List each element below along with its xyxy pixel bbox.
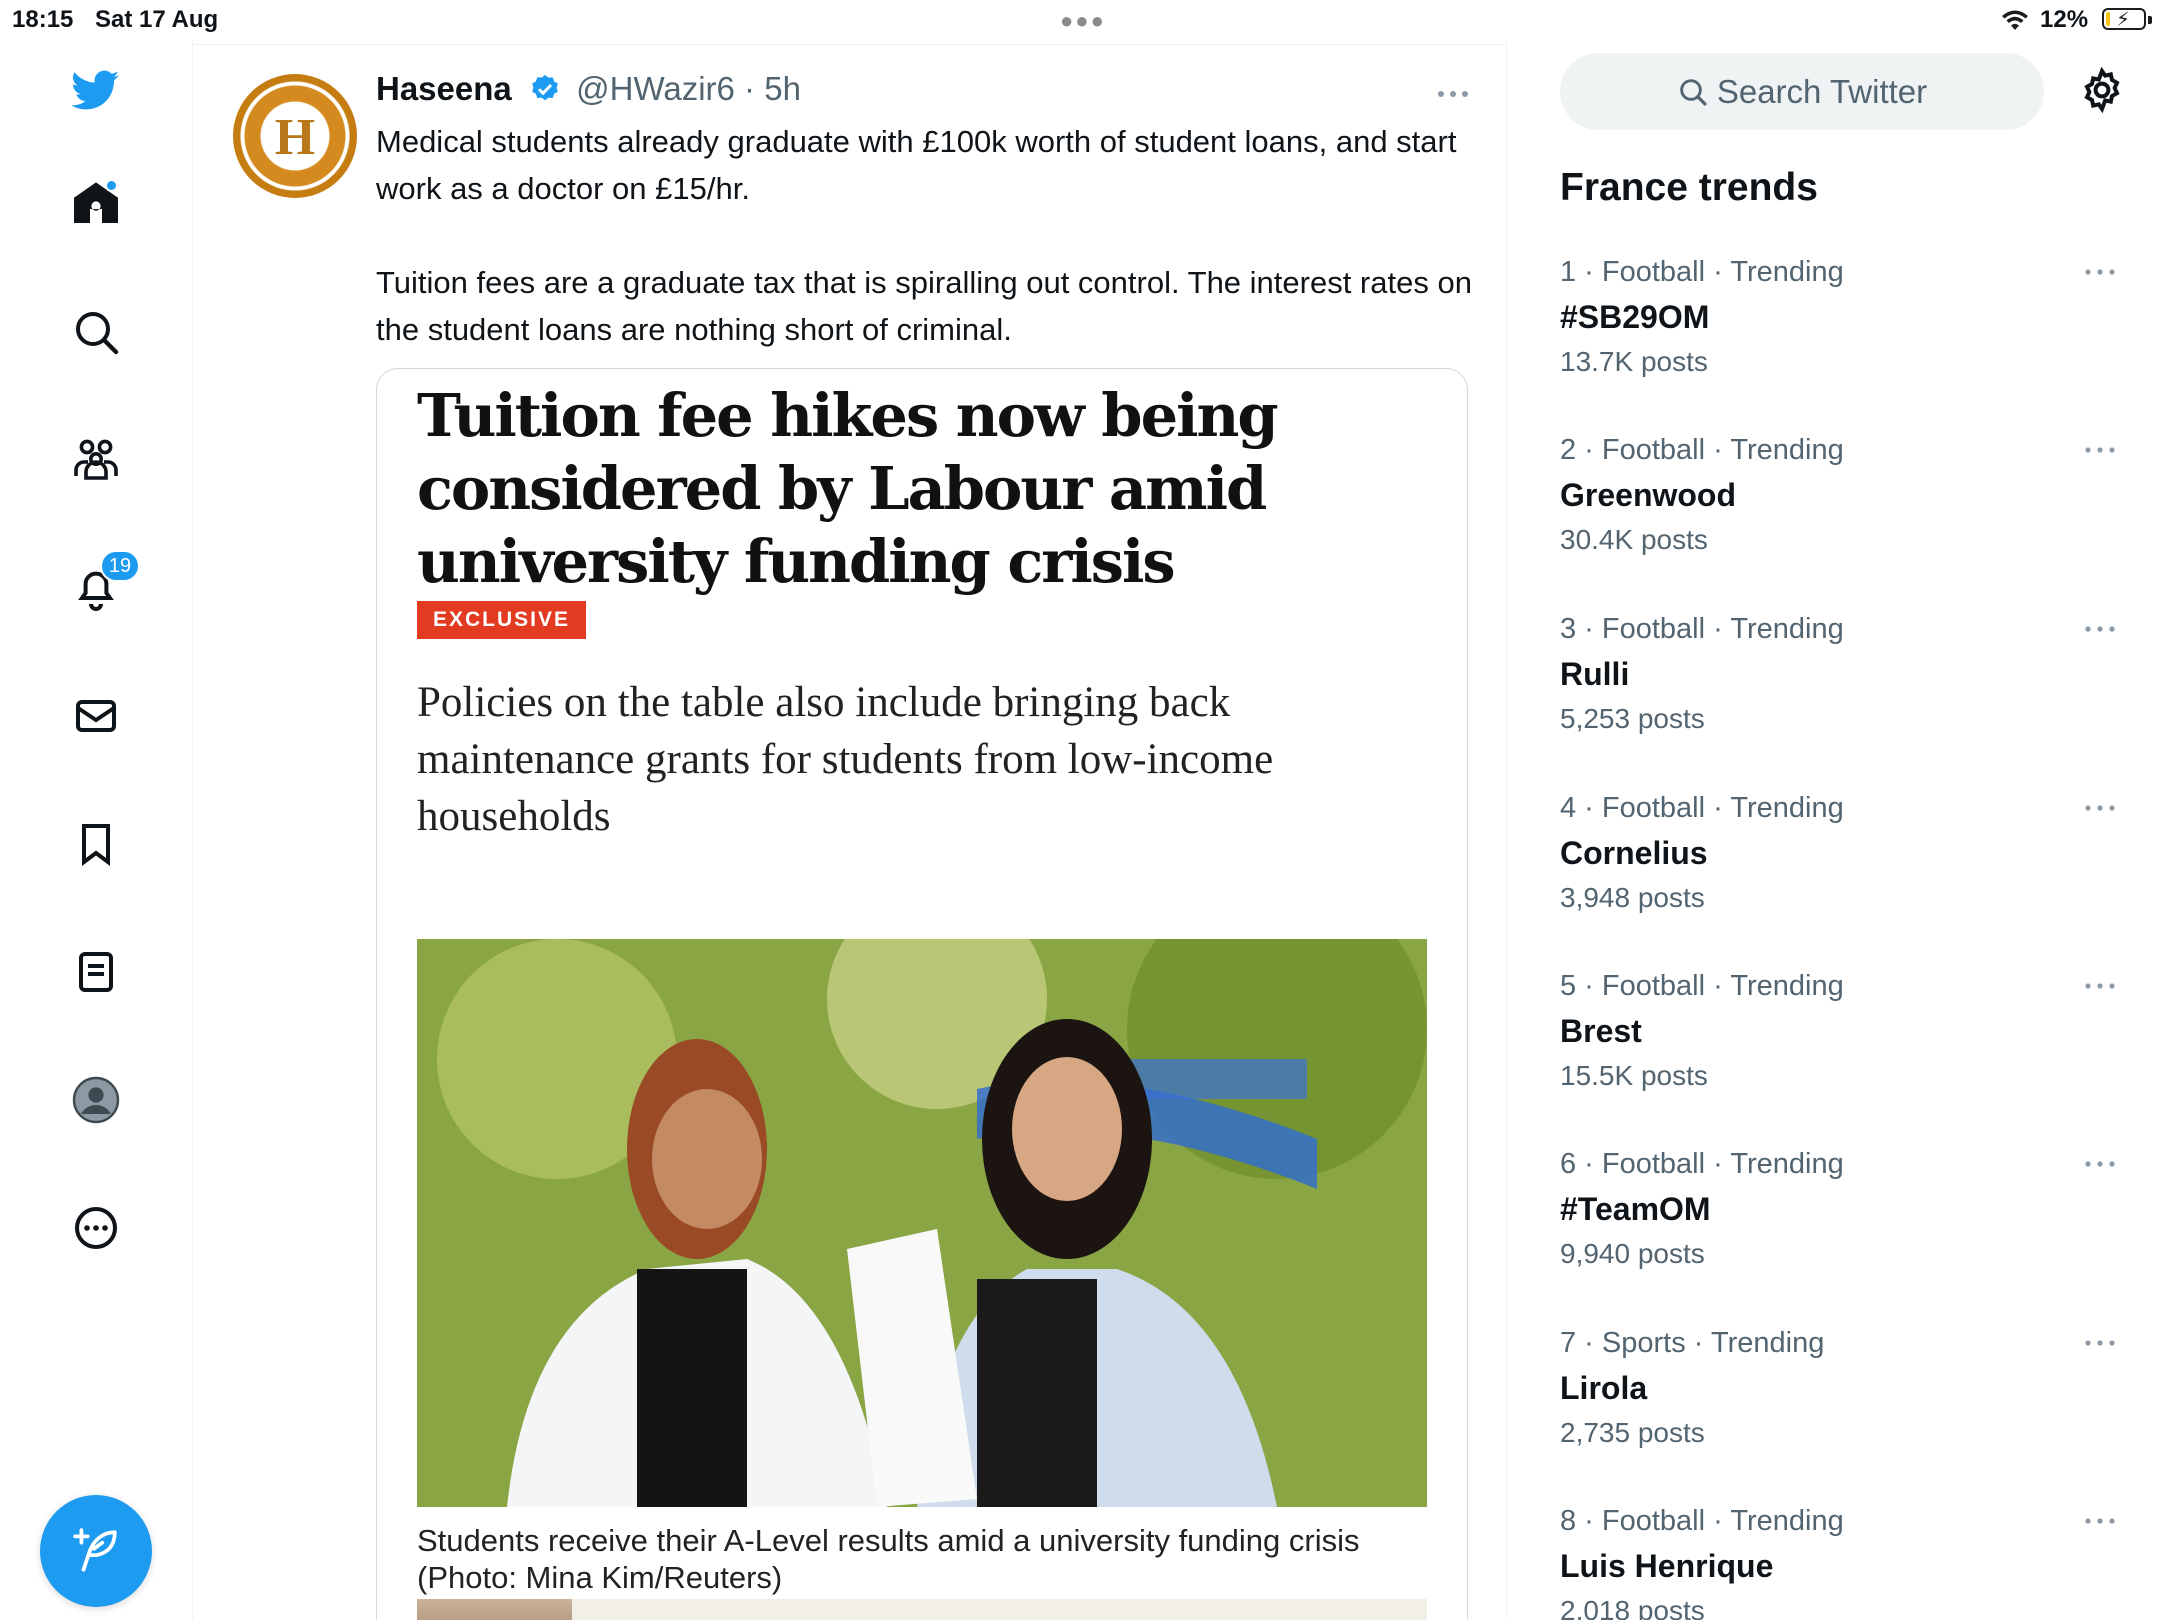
battery-icon: ⚡ xyxy=(2102,8,2146,31)
compose-tweet-button[interactable] xyxy=(40,1495,152,1607)
more-circle-icon xyxy=(75,1207,117,1249)
status-right: 12% ⚡ xyxy=(2000,4,2160,36)
battery-cap xyxy=(2148,16,2152,24)
trend-context: 8 · Football · Trending xyxy=(1560,1505,1844,1537)
trend-item[interactable]: 7 · Sports · Trending Lirola 2,735 posts xyxy=(1560,1323,2120,1493)
trend-topic: Lirola xyxy=(1560,1370,1648,1406)
trend-topic: Greenwood xyxy=(1560,477,1737,513)
next-image-preview xyxy=(417,1599,1427,1620)
trend-item[interactable]: 3 · Football · Trending Rulli 5,253 post… xyxy=(1560,609,2120,779)
nav-more[interactable] xyxy=(66,1198,126,1258)
trend-item[interactable]: 4 · Football · Trending Cornelius 3,948 … xyxy=(1560,788,2120,958)
next-image-thumbnail xyxy=(417,1599,572,1620)
trend-more-icon[interactable] xyxy=(2082,444,2118,456)
avatar-icon xyxy=(72,1076,120,1124)
trend-context: 7 · Sports · Trending xyxy=(1560,1327,1825,1359)
students-photo-illustration xyxy=(417,939,1427,1507)
status-date: Sat 17 Aug xyxy=(95,6,219,33)
charging-bolt-icon: ⚡ xyxy=(2116,9,2131,31)
trend-item[interactable]: 2 · Football · Trending Greenwood 30.4K … xyxy=(1560,430,2120,600)
trend-post-count: 15.5K posts xyxy=(1560,1060,1708,1091)
verified-badge-icon xyxy=(532,75,558,101)
battery-percent: 12% xyxy=(2040,6,2089,33)
trends-heading: France trends xyxy=(1560,166,1818,209)
side-navigation: 19 xyxy=(0,40,193,1620)
right-sidebar: Search Twitter France trends 1 · Footbal… xyxy=(1507,40,2160,1620)
tweet-more-icon[interactable] xyxy=(1433,84,1473,104)
search-icon xyxy=(76,312,119,355)
trend-topic: Luis Henrique xyxy=(1560,1548,1774,1584)
card-photo-caption: Students receive their A-Level results a… xyxy=(417,1523,1360,1595)
bookmark-icon xyxy=(82,824,110,866)
trend-post-count: 3,948 posts xyxy=(1560,882,1705,913)
feather-plus-icon xyxy=(73,1528,117,1572)
search-twitter-field[interactable]: Search Twitter xyxy=(1560,53,2044,130)
link-card[interactable]: Tuition fee hikes now being considered b… xyxy=(376,368,1468,1620)
avatar-logo-letter: H xyxy=(274,109,316,166)
communities-icon xyxy=(74,439,118,480)
trend-more-icon[interactable] xyxy=(2082,1158,2118,1170)
trend-more-icon[interactable] xyxy=(2082,266,2118,278)
twitter-ipad-screen: 18:15 Sat 17 Aug ●●● 12% ⚡ 19 H Haseena … xyxy=(0,0,2160,1620)
status-bar: 18:15 Sat 17 Aug ●●● 12% ⚡ xyxy=(0,0,2160,40)
tweet-author-avatar[interactable]: H xyxy=(233,74,357,198)
trend-topic: Brest xyxy=(1560,1013,1642,1049)
trend-post-count: 13.7K posts xyxy=(1560,346,1708,377)
wifi-icon xyxy=(2002,10,2028,30)
nav-messages[interactable] xyxy=(66,686,126,746)
trend-item[interactable]: 1 · Football · Trending #SB29OM 13.7K po… xyxy=(1560,252,2120,422)
trend-topic: #TeamOM xyxy=(1560,1191,1711,1227)
trend-more-icon[interactable] xyxy=(2082,1515,2118,1527)
trend-more-icon[interactable] xyxy=(2082,802,2118,814)
trend-topic: Rulli xyxy=(1560,656,1630,692)
mail-icon xyxy=(76,700,116,732)
trend-context: 5 · Football · Trending xyxy=(1560,970,1844,1002)
multitasking-dots-icon[interactable]: ●●● xyxy=(1060,8,1106,34)
trend-more-icon[interactable] xyxy=(2082,623,2118,635)
nav-lists[interactable] xyxy=(66,942,126,1002)
status-time: 18:15 xyxy=(12,6,74,33)
trend-item[interactable]: 5 · Football · Trending Brest 15.5K post… xyxy=(1560,966,2120,1136)
tweet-detail-column: H Haseena @HWazir6 · 5h Medical students… xyxy=(193,40,1507,1620)
trend-more-icon[interactable] xyxy=(2082,980,2118,992)
divider xyxy=(193,44,1507,45)
trend-post-count: 2,735 posts xyxy=(1560,1417,1705,1448)
list-icon xyxy=(79,952,113,992)
trend-context: 6 · Football · Trending xyxy=(1560,1148,1844,1180)
nav-bookmarks[interactable] xyxy=(66,814,126,874)
trend-post-count: 9,940 posts xyxy=(1560,1238,1705,1269)
trend-more-icon[interactable] xyxy=(2082,1337,2118,1349)
twitter-logo-icon[interactable] xyxy=(66,60,126,120)
settings-gear-icon[interactable] xyxy=(2078,66,2126,114)
trend-post-count: 30.4K posts xyxy=(1560,524,1708,555)
search-icon xyxy=(1680,78,1707,106)
trend-item[interactable]: 8 · Football · Trending Luis Henrique 2,… xyxy=(1560,1501,2120,1620)
nav-home[interactable] xyxy=(66,173,126,233)
nav-communities[interactable] xyxy=(66,430,126,490)
trend-context: 4 · Football · Trending xyxy=(1560,792,1844,824)
exclusive-tag: EXCLUSIVE xyxy=(417,601,586,639)
unread-dot xyxy=(105,179,118,192)
trend-context: 2 · Football · Trending xyxy=(1560,434,1844,466)
battery-fill xyxy=(2106,12,2110,26)
tweet-text: Medical students already graduate with £… xyxy=(376,124,1472,347)
nav-explore[interactable] xyxy=(66,302,126,362)
trend-item[interactable]: 6 · Football · Trending #TeamOM 9,940 po… xyxy=(1560,1144,2120,1314)
search-placeholder: Search Twitter xyxy=(1716,72,1928,110)
trend-post-count: 5,253 posts xyxy=(1560,703,1705,734)
trend-post-count: 2,018 posts xyxy=(1560,1595,1705,1620)
card-photo xyxy=(417,939,1427,1507)
card-standfirst: Policies on the table also include bring… xyxy=(417,679,1274,840)
card-headline: Tuition fee hikes now being considered b… xyxy=(417,381,1279,596)
trend-context: 3 · Football · Trending xyxy=(1560,613,1844,645)
author-name[interactable]: Haseena xyxy=(376,70,512,107)
notification-count-badge: 19 xyxy=(100,550,140,582)
author-handle-time[interactable]: @HWazir6 · 5h xyxy=(576,70,801,107)
trend-topic: #SB29OM xyxy=(1560,299,1710,335)
trend-topic: Cornelius xyxy=(1560,835,1708,871)
tweet-header: Haseena @HWazir6 · 5h xyxy=(376,70,801,114)
nav-notifications[interactable]: 19 xyxy=(66,550,140,618)
trend-context: 1 · Football · Trending xyxy=(1560,256,1844,288)
nav-profile[interactable] xyxy=(66,1070,126,1130)
